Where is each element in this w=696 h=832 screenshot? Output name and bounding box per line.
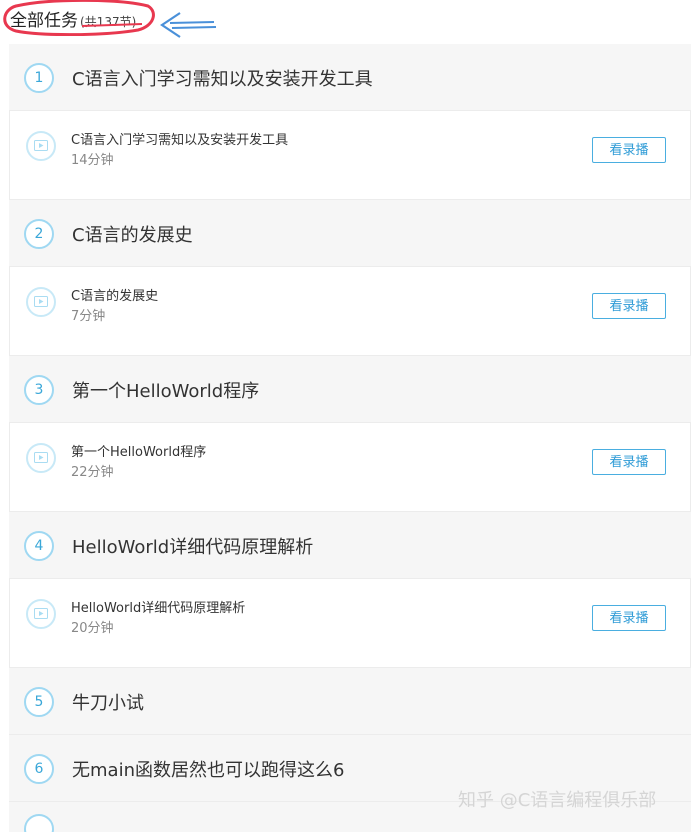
watch-replay-button[interactable]: 看录播 (592, 449, 666, 475)
chapter-number: 2 (24, 219, 54, 249)
header: 全部任务 (共137节) (0, 0, 696, 44)
watch-replay-button[interactable]: 看录播 (592, 293, 666, 319)
lesson-row: C语言的发展史 7分钟 看录播 (9, 267, 691, 356)
lesson-title: C语言的发展史 (71, 289, 159, 304)
chapter-number: 3 (24, 375, 54, 405)
lesson-duration: 14分钟 (71, 153, 114, 168)
chapter-number: 4 (24, 531, 54, 561)
video-play-icon (26, 287, 56, 317)
chapter-title: 牛刀小试 (72, 693, 144, 714)
lesson-duration: 7分钟 (71, 309, 106, 324)
chapter-number: 1 (24, 63, 54, 93)
watch-replay-button[interactable]: 看录播 (592, 137, 666, 163)
lesson-row: HelloWorld详细代码原理解析 20分钟 看录播 (9, 579, 691, 668)
video-play-icon (26, 443, 56, 473)
task-list: 1 C语言入门学习需知以及安装开发工具 C语言入门学习需知以及安装开发工具 14… (9, 44, 691, 832)
chapter-title: C语言的发展史 (72, 225, 193, 246)
page-title: 全部任务 (共137节) (10, 6, 136, 31)
chapter-row[interactable]: 1 C语言入门学习需知以及安装开发工具 (9, 44, 691, 111)
video-play-icon (26, 599, 56, 629)
watermark: 知乎 @C语言编程俱乐部 (458, 790, 657, 811)
chapter-number: 6 (24, 754, 54, 784)
chapter-title: C语言入门学习需知以及安装开发工具 (72, 69, 373, 90)
chapter-row[interactable]: 4 HelloWorld详细代码原理解析 (9, 512, 691, 579)
lesson-count: (共137节) (80, 15, 137, 29)
lesson-title: 第一个HelloWorld程序 (71, 445, 207, 460)
chapter-number: 5 (24, 687, 54, 717)
watch-replay-button[interactable]: 看录播 (592, 605, 666, 631)
video-play-icon (26, 131, 56, 161)
chapter-row[interactable]: 3 第一个HelloWorld程序 (9, 356, 691, 423)
lesson-title: C语言入门学习需知以及安装开发工具 (71, 133, 289, 148)
chapter-title: 第一个HelloWorld程序 (72, 381, 260, 402)
chapter-number-partial (24, 814, 54, 832)
page-title-text: 全部任务 (10, 11, 78, 31)
chapter-row[interactable]: 5 牛刀小试 (9, 668, 691, 735)
lesson-row: 第一个HelloWorld程序 22分钟 看录播 (9, 423, 691, 512)
chapter-row[interactable]: 2 C语言的发展史 (9, 200, 691, 267)
chapter-title: 无main函数居然也可以跑得这么6 (72, 760, 345, 781)
arrow-annotation-icon (160, 12, 217, 38)
lesson-duration: 20分钟 (71, 621, 114, 636)
lesson-title: HelloWorld详细代码原理解析 (71, 601, 246, 616)
lesson-row: C语言入门学习需知以及安装开发工具 14分钟 看录播 (9, 111, 691, 200)
chapter-title: HelloWorld详细代码原理解析 (72, 537, 314, 558)
lesson-duration: 22分钟 (71, 465, 114, 480)
